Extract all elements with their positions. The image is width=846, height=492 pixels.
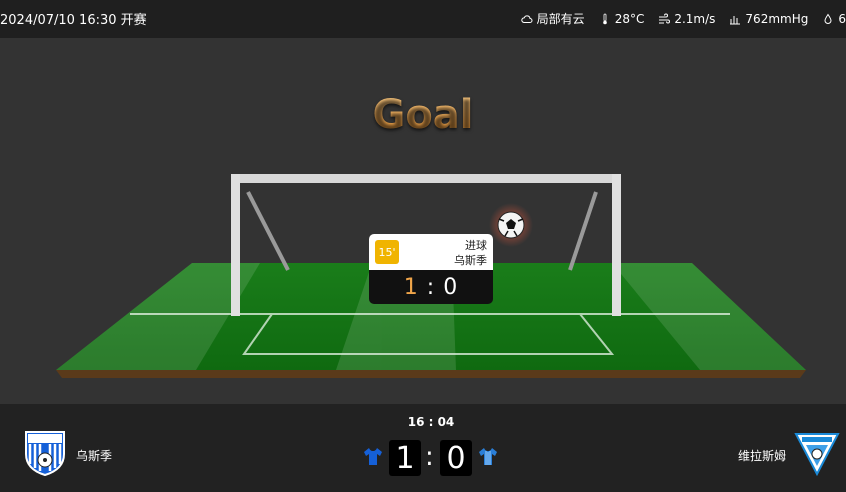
football-icon <box>489 203 533 247</box>
home-score: 1 <box>389 440 421 476</box>
pressure-text: 762mmHg <box>745 11 809 26</box>
weather-wind: 2.1m/s <box>658 10 715 27</box>
away-team-name: 维拉斯姆 <box>738 449 787 463</box>
away-score: 0 <box>440 440 472 476</box>
weather-temperature: 28°C <box>599 10 645 27</box>
humidity-text: 6 <box>838 11 846 26</box>
wind-icon <box>659 13 671 23</box>
pressure-icon <box>730 15 741 24</box>
goal-event-popup: 15' 进球 乌斯季 1 : 0 <box>369 234 493 304</box>
event-score-separator: : <box>426 274 436 300</box>
weather-condition-text: 局部有云 <box>536 12 585 26</box>
weather-condition: 局部有云 <box>520 10 585 27</box>
event-score: 1 : 0 <box>369 270 493 304</box>
home-team-crest <box>25 431 65 476</box>
event-score-home: 1 <box>403 274 419 300</box>
away-jersey-icon <box>479 448 497 465</box>
away-team-crest <box>794 433 840 476</box>
goal-title: Goal <box>0 92 846 138</box>
pitch-soil <box>56 370 806 378</box>
event-score-away: 0 <box>443 274 459 300</box>
droplet-icon <box>824 13 832 24</box>
weather-pressure: 762mmHg <box>729 10 808 27</box>
thermometer-icon <box>602 13 607 24</box>
cloud-icon <box>520 14 533 23</box>
wind-text: 2.1m/s <box>674 11 716 26</box>
match-clock: 16 : 04 <box>407 415 455 429</box>
event-team: 乌斯季 <box>454 254 487 267</box>
event-minute-badge: 15' <box>375 240 399 264</box>
home-jersey-icon <box>364 448 382 465</box>
scoreboard-bar: 16 : 04 乌斯季 1 : 0 维拉斯姆 <box>0 404 846 492</box>
temperature-text: 28°C <box>614 11 645 26</box>
event-header: 15' 进球 乌斯季 <box>369 234 493 270</box>
weather-info: 局部有云 28°C 2.1m/s 762mmHg 6 <box>520 10 846 27</box>
event-details: 进球 乌斯季 <box>454 238 487 268</box>
weather-humidity: 6 <box>822 10 846 27</box>
event-type: 进球 <box>465 239 487 252</box>
score-separator: : <box>425 442 434 472</box>
top-bar: 2024/07/10 16:30 开赛 局部有云 28°C 2.1m/s 762… <box>0 0 846 38</box>
match-datetime: 2024/07/10 16:30 开赛 <box>0 13 147 28</box>
home-team-name: 乌斯季 <box>76 449 113 463</box>
